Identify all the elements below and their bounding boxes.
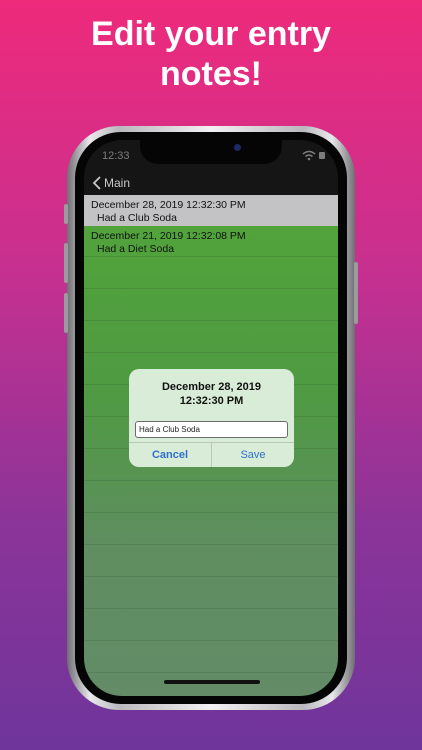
edit-note-dialog: December 28, 2019 12:32:30 PM Cancel Sav…	[129, 369, 294, 467]
notch	[140, 140, 282, 164]
dialog-title-time: 12:32:30 PM	[179, 395, 244, 407]
entry-note: Had a Club Soda	[97, 212, 177, 224]
wifi-icon	[302, 150, 325, 161]
list-item[interactable]: December 21, 2019 12:32:08 PM Had a Diet…	[84, 226, 338, 257]
phone-mute-switch	[64, 204, 68, 224]
home-indicator[interactable]	[164, 680, 260, 684]
phone-volume-up-button	[64, 243, 68, 283]
entry-date: December 28, 2019 12:32:30 PM	[91, 199, 246, 211]
headline-line-1: Edit your entry	[91, 15, 331, 53]
chevron-left-icon	[92, 176, 101, 190]
list-item[interactable]: December 28, 2019 12:32:30 PM Had a Club…	[84, 195, 338, 226]
promo-headline: Edit your entry notes!	[0, 14, 422, 94]
entry-note: Had a Diet Soda	[97, 243, 175, 255]
phone-screen: 12:33 Main December 28, 2019 12:32:30 PM…	[84, 140, 338, 696]
front-camera	[234, 144, 241, 151]
phone-volume-down-button	[64, 293, 68, 333]
save-button[interactable]: Save	[212, 443, 294, 467]
back-button[interactable]: Main	[92, 174, 130, 192]
dialog-title-date: December 28, 2019	[161, 381, 262, 393]
entry-date: December 21, 2019 12:32:08 PM	[91, 230, 246, 242]
cancel-button[interactable]: Cancel	[129, 443, 211, 467]
note-input[interactable]	[135, 421, 288, 438]
back-button-label: Main	[104, 176, 131, 190]
headline-line-2: notes!	[160, 55, 262, 93]
status-time: 12:33	[102, 150, 130, 162]
phone-power-button	[354, 262, 358, 324]
dialog-title: December 28, 2019 12:32:30 PM	[129, 380, 294, 408]
